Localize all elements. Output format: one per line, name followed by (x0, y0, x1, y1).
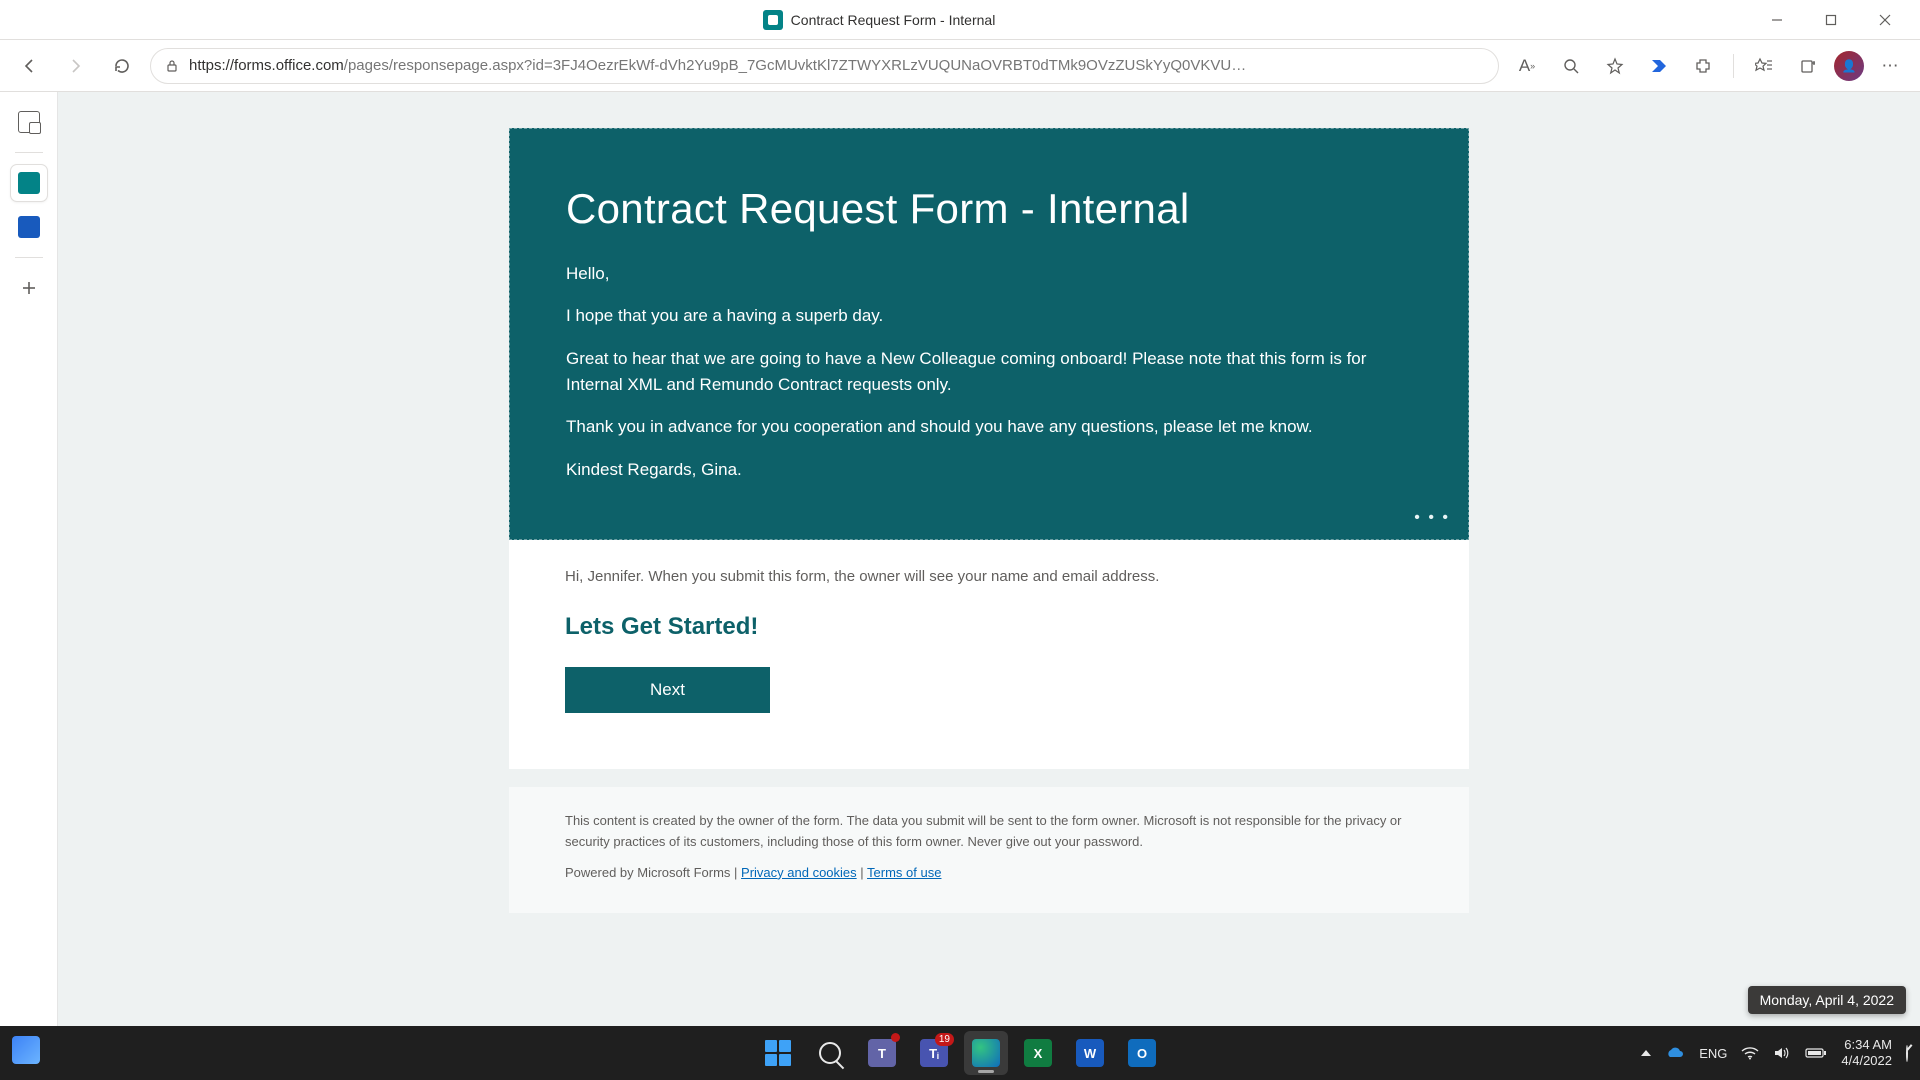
taskbar: T Tᵢ 19 X W O ENG 6:34 AM 4/4/2022 (0, 1026, 1920, 1080)
browser-toolbar: https://forms.office.com/pages/responsep… (0, 40, 1920, 92)
focus-assist-icon[interactable] (1906, 1046, 1908, 1061)
window-titlebar: Contract Request Form - Internal (0, 0, 1920, 40)
wifi-icon[interactable] (1741, 1046, 1759, 1060)
footer-sep: | (730, 865, 741, 880)
form-greeting: Hello, (566, 261, 1412, 287)
clock-time: 6:34 AM (1841, 1037, 1892, 1053)
edge-icon (972, 1039, 1000, 1067)
toolbar-right: A» 👤 ⋯ (1509, 48, 1908, 84)
outlook-icon: O (1128, 1039, 1156, 1067)
search-button[interactable] (808, 1031, 852, 1075)
form-intro-line3: Thank you in advance for you cooperation… (566, 414, 1412, 440)
system-tray: ENG 6:34 AM 4/4/2022 (1641, 1037, 1908, 1070)
date-tooltip: Monday, April 4, 2022 (1748, 986, 1906, 1014)
battery-icon[interactable] (1805, 1047, 1827, 1059)
tab-word[interactable] (11, 209, 47, 245)
onedrive-icon[interactable] (1665, 1046, 1685, 1060)
window-controls (1750, 0, 1912, 40)
zoom-icon[interactable] (1553, 48, 1589, 84)
teams-badge: 19 (935, 1033, 954, 1046)
excel-icon: X (1024, 1039, 1052, 1067)
vertical-tabs-sidebar (0, 92, 58, 1026)
favorites-list-icon[interactable] (1746, 48, 1782, 84)
volume-icon[interactable] (1773, 1046, 1791, 1060)
power-automate-icon[interactable] (1641, 48, 1677, 84)
footer-sep: | (857, 865, 867, 880)
profile-avatar[interactable]: 👤 (1834, 51, 1864, 81)
teams-icon: T (868, 1039, 896, 1067)
privacy-link[interactable]: Privacy and cookies (741, 865, 857, 880)
collections-icon[interactable] (1790, 48, 1826, 84)
next-button[interactable]: Next (565, 667, 770, 713)
new-tab-button[interactable] (11, 270, 47, 306)
start-button[interactable] (756, 1031, 800, 1075)
footer-links-row: Powered by Microsoft Forms | Privacy and… (565, 863, 1413, 884)
address-bar[interactable]: https://forms.office.com/pages/responsep… (150, 48, 1499, 84)
extensions-icon[interactable] (1685, 48, 1721, 84)
lock-icon (165, 59, 179, 73)
form-title: Contract Request Form - Internal (566, 185, 1412, 233)
footer-disclaimer: This content is created by the owner of … (565, 811, 1413, 853)
forms-logo-icon (763, 10, 783, 30)
teams-chat-button[interactable]: T (860, 1031, 904, 1075)
word-icon: W (1076, 1039, 1104, 1067)
submit-notice: Hi, Jennifer. When you submit this form,… (565, 568, 1413, 585)
url-path: /pages/responsepage.aspx?id=3FJ4OezrEkWf… (344, 57, 1246, 74)
toolbar-divider (1733, 54, 1734, 78)
teams-app-button[interactable]: Tᵢ 19 (912, 1031, 956, 1075)
form-intro-line1: I hope that you are a having a superb da… (566, 303, 1412, 329)
favorite-star-icon[interactable] (1597, 48, 1633, 84)
taskbar-center: T Tᵢ 19 X W O (756, 1031, 1164, 1075)
terms-link[interactable]: Terms of use (867, 865, 941, 880)
forward-button[interactable] (58, 48, 94, 84)
powered-by-label: Powered by Microsoft Forms (565, 865, 730, 880)
widgets-button[interactable] (12, 1036, 40, 1064)
maximize-button[interactable] (1804, 0, 1858, 40)
tab-forms[interactable] (11, 165, 47, 201)
form-more-button[interactable]: • • • (1414, 509, 1450, 527)
url-host: forms.office.com (234, 57, 344, 74)
window-title: Contract Request Form - Internal (791, 12, 996, 28)
read-aloud-icon[interactable]: A» (1509, 48, 1545, 84)
tab-actions-button[interactable] (11, 104, 47, 140)
form-container: Contract Request Form - Internal Hello, … (509, 128, 1469, 1026)
form-footer: This content is created by the owner of … (509, 787, 1469, 913)
notification-dot-icon (891, 1033, 900, 1042)
clock[interactable]: 6:34 AM 4/4/2022 (1841, 1037, 1892, 1070)
tray-overflow-button[interactable] (1641, 1050, 1651, 1056)
forms-icon (18, 172, 40, 194)
back-button[interactable] (12, 48, 48, 84)
excel-button[interactable]: X (1016, 1031, 1060, 1075)
search-icon (819, 1042, 841, 1064)
close-button[interactable] (1858, 0, 1912, 40)
sidebar-divider (15, 152, 43, 153)
page-content: Contract Request Form - Internal Hello, … (58, 92, 1920, 1026)
section-heading: Lets Get Started! (565, 613, 1413, 641)
outlook-button[interactable]: O (1120, 1031, 1164, 1075)
sidebar-divider (15, 257, 43, 258)
refresh-button[interactable] (104, 48, 140, 84)
word-icon (18, 216, 40, 238)
clock-date: 4/4/2022 (1841, 1053, 1892, 1069)
form-body: Hi, Jennifer. When you submit this form,… (509, 540, 1469, 769)
form-intro-line2: Great to hear that we are going to have … (566, 346, 1412, 399)
more-menu-button[interactable]: ⋯ (1872, 48, 1908, 84)
word-button[interactable]: W (1068, 1031, 1112, 1075)
form-signoff: Kindest Regards, Gina. (566, 457, 1412, 483)
title-center: Contract Request Form - Internal (8, 10, 1750, 30)
minimize-button[interactable] (1750, 0, 1804, 40)
url-text: https://forms.office.com/pages/responsep… (189, 57, 1246, 74)
form-header: Contract Request Form - Internal Hello, … (509, 128, 1469, 540)
language-indicator[interactable]: ENG (1699, 1046, 1727, 1061)
edge-button[interactable] (964, 1031, 1008, 1075)
windows-logo-icon (765, 1040, 791, 1066)
